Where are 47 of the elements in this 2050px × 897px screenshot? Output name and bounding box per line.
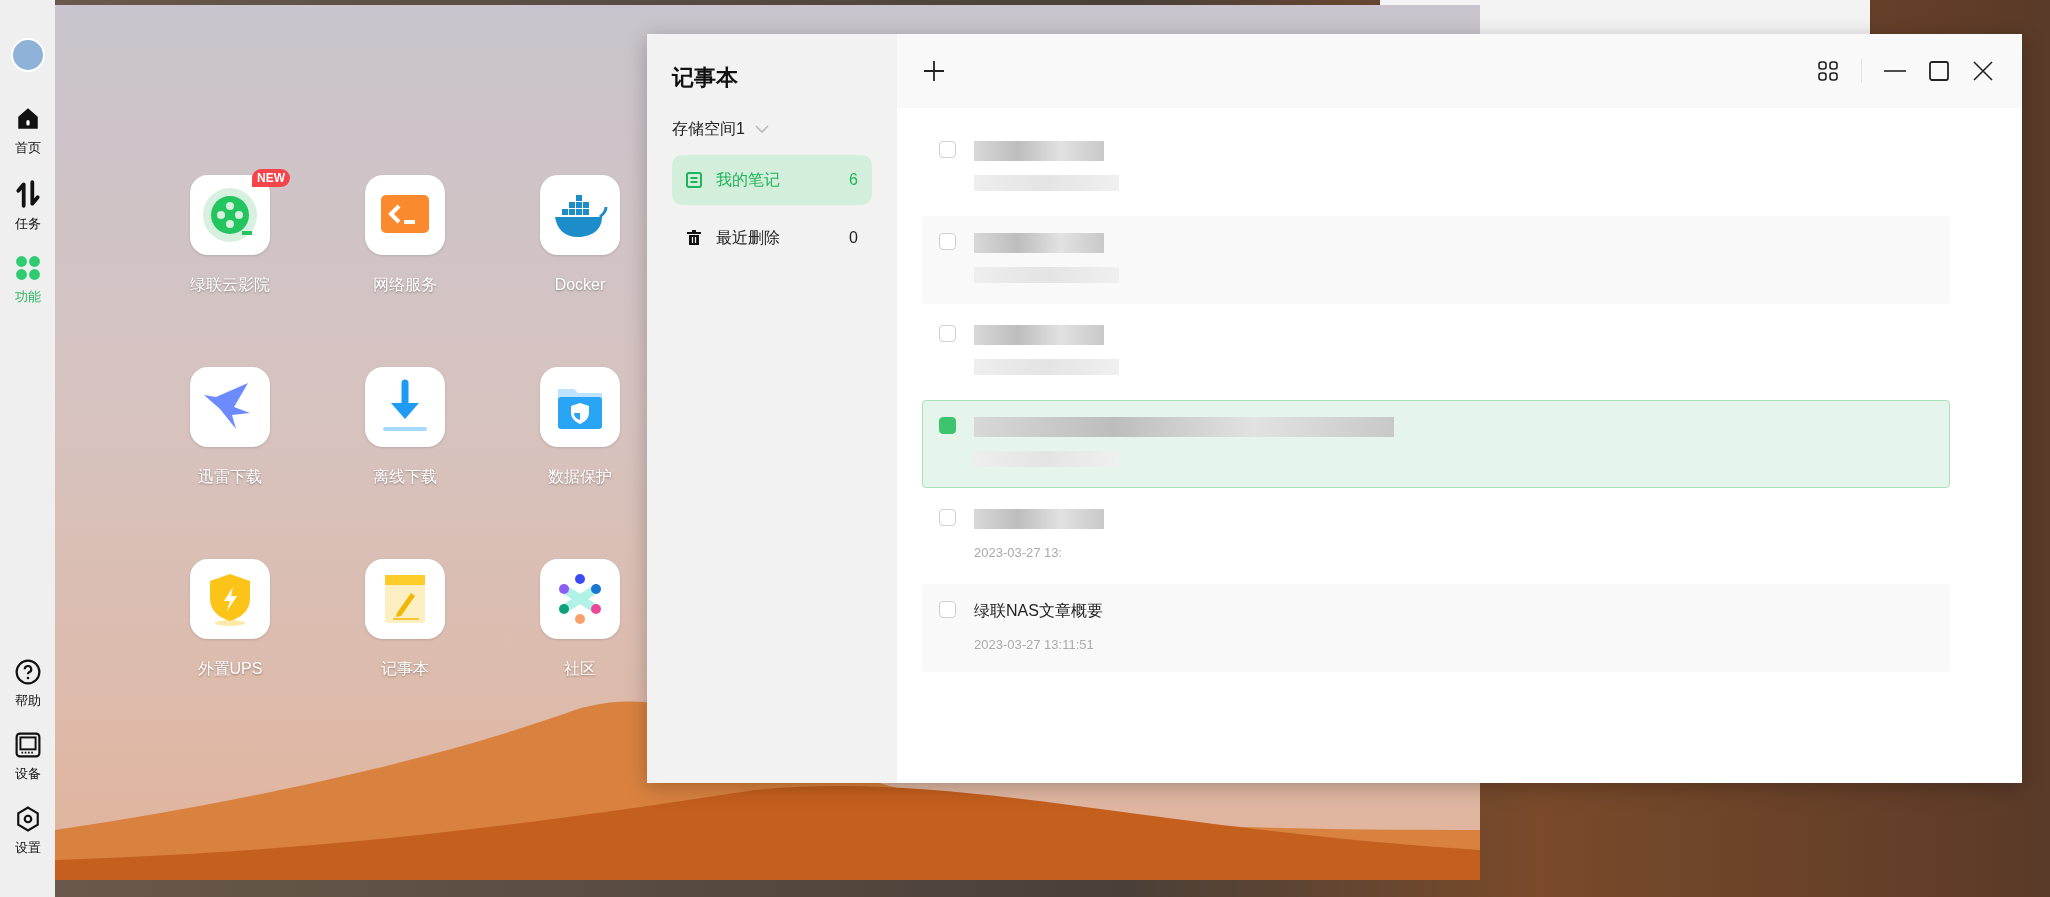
dock-item[interactable]: 设置 bbox=[14, 805, 41, 857]
desktop-app[interactable]: Docker bbox=[540, 175, 620, 297]
note-icon bbox=[686, 172, 702, 188]
plus-icon bbox=[924, 61, 944, 81]
trash-icon bbox=[686, 230, 702, 246]
minimize-icon bbox=[1884, 70, 1906, 72]
film-reel-icon bbox=[202, 187, 258, 243]
monitor-icon bbox=[14, 732, 41, 758]
maximize-icon bbox=[1929, 61, 1949, 81]
folder-item[interactable]: 最近删除 0 bbox=[672, 213, 872, 263]
note-checkbox[interactable] bbox=[939, 509, 956, 526]
dock-item[interactable]: 功能 bbox=[14, 255, 41, 307]
note-checkbox[interactable] bbox=[939, 417, 956, 434]
note-row[interactable] bbox=[922, 216, 1950, 304]
note-checkbox[interactable] bbox=[939, 601, 956, 618]
storage-dropdown[interactable]: 存储空间1 bbox=[672, 117, 769, 141]
desktop-app[interactable]: 外置UPS bbox=[190, 559, 270, 681]
note-title: 绿联NAS文章概要 bbox=[974, 601, 1103, 621]
desktop-app[interactable]: 网络服务 bbox=[365, 175, 445, 297]
avatar[interactable] bbox=[10, 38, 45, 72]
chevron-down-icon bbox=[754, 124, 769, 134]
desktop-app[interactable]: 离线下载 bbox=[365, 367, 445, 489]
desktop-app[interactable]: 数据保护 bbox=[540, 367, 620, 489]
desktop-app[interactable]: 记事本 bbox=[365, 559, 445, 681]
dock-item[interactable]: 帮助 bbox=[14, 658, 41, 710]
settings-icon bbox=[14, 805, 41, 832]
folder-item[interactable]: 我的笔记 6 bbox=[672, 155, 872, 205]
note-checkbox[interactable] bbox=[939, 233, 956, 250]
note-row[interactable]: 绿联NAS文章概要 2023-03-27 13:11:51 bbox=[922, 584, 1950, 672]
window-title: 记事本 bbox=[672, 64, 739, 92]
note-time: 2023-03-27 13: bbox=[974, 544, 1064, 562]
apps-grid-icon bbox=[14, 255, 41, 281]
new-badge: NEW bbox=[252, 169, 290, 187]
note-checkbox[interactable] bbox=[939, 141, 956, 158]
dock-item[interactable]: 设备 bbox=[14, 732, 41, 784]
close-icon bbox=[1973, 61, 1993, 81]
dock-item[interactable]: 任务 bbox=[14, 179, 41, 233]
desktop-app[interactable]: 迅雷下载 bbox=[190, 367, 270, 489]
add-note-button[interactable] bbox=[921, 58, 947, 84]
note-row[interactable] bbox=[922, 400, 1950, 488]
note-time: 2023-03-27 13:11:51 bbox=[974, 636, 1095, 654]
grid-icon bbox=[1818, 61, 1838, 81]
desktop-app[interactable]: 社区 bbox=[540, 559, 620, 681]
note-checkbox[interactable] bbox=[939, 325, 956, 342]
dock-item[interactable]: 首页 bbox=[14, 106, 41, 158]
transfer-arrows-icon bbox=[14, 179, 41, 208]
help-icon bbox=[14, 658, 41, 685]
